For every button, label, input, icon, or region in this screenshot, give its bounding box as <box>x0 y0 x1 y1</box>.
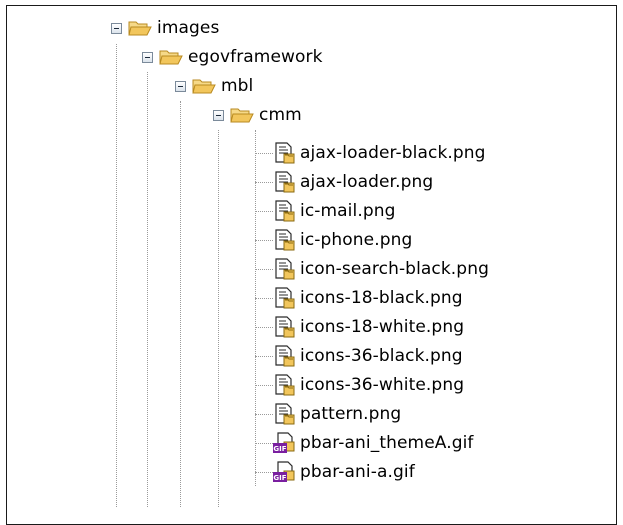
tree-guide-line <box>255 472 273 473</box>
tree-guide-line <box>255 414 273 415</box>
tree-node-label: pbar-ani_themeA.gif <box>300 433 474 453</box>
tree-node-file[interactable]: icon-search-black.png <box>273 255 489 283</box>
png-file-icon <box>275 403 295 425</box>
tree-node-file[interactable]: ajax-loader-black.png <box>273 139 486 167</box>
png-file-icon <box>275 316 295 338</box>
file-tree[interactable]: images egovframework mbl cmm ajax-loader… <box>0 0 623 507</box>
gif-file-icon: GIF <box>273 461 295 482</box>
tree-node-label: icon-search-black.png <box>300 259 489 279</box>
png-file-icon <box>275 287 295 309</box>
tree-node-label: icons-36-white.png <box>300 375 465 395</box>
tree-node-label: cmm <box>259 105 302 125</box>
tree-node-file[interactable]: pattern.png <box>273 400 401 428</box>
tree-node-file[interactable]: icons-36-white.png <box>273 371 464 399</box>
tree-node-images[interactable]: images <box>111 14 219 42</box>
tree-node-label: pbar-ani-a.gif <box>300 462 415 482</box>
tree-node-label: icons-36-black.png <box>300 346 463 366</box>
gif-file-icon: GIF <box>273 432 295 453</box>
tree-guide-line <box>180 101 181 507</box>
tree-guide-line <box>255 269 273 270</box>
collapse-toggle[interactable] <box>213 109 224 121</box>
tree-node-file[interactable]: ic-mail.png <box>273 197 396 225</box>
tree-guide-line <box>255 240 273 241</box>
tree-node-label: ic-phone.png <box>300 230 413 250</box>
tree-node-file[interactable]: icons-18-black.png <box>273 284 463 312</box>
tree-node-label: icons-18-black.png <box>300 288 463 308</box>
tree-guide-line <box>255 443 273 444</box>
tree-guide-line <box>116 44 117 507</box>
tree-guide-line <box>255 385 273 386</box>
tree-guide-line <box>255 182 273 183</box>
tree-node-cmm[interactable]: cmm <box>213 101 302 129</box>
folder-open-icon <box>159 50 183 65</box>
tree-node-egovframework[interactable]: egovframework <box>142 43 323 71</box>
folder-open-icon <box>128 21 152 36</box>
tree-node-label: images <box>157 18 220 38</box>
tree-guide-line <box>255 298 273 299</box>
tree-node-label: ajax-loader-black.png <box>300 143 486 163</box>
png-file-icon <box>275 142 295 164</box>
tree-guide-line <box>147 72 148 507</box>
folder-open-icon <box>192 79 216 94</box>
collapse-toggle[interactable] <box>175 80 186 92</box>
tree-guide-line <box>255 153 273 154</box>
png-file-icon <box>275 374 295 396</box>
png-file-icon <box>275 345 295 367</box>
tree-guide-line <box>218 130 219 507</box>
folder-open-icon <box>230 108 254 123</box>
tree-guide-line <box>255 130 256 486</box>
tree-node-mbl[interactable]: mbl <box>175 72 253 100</box>
tree-node-file[interactable]: ic-phone.png <box>273 226 412 254</box>
png-file-icon <box>275 258 295 280</box>
tree-node-label: ajax-loader.png <box>300 172 434 192</box>
collapse-toggle[interactable] <box>111 22 122 34</box>
collapse-toggle[interactable] <box>142 51 153 63</box>
tree-node-label: ic-mail.png <box>300 201 396 221</box>
png-file-icon <box>275 229 295 251</box>
tree-node-file[interactable]: ajax-loader.png <box>273 168 433 196</box>
tree-guide-line <box>255 356 273 357</box>
png-file-icon <box>275 171 295 193</box>
gif-badge: GIF <box>273 445 286 453</box>
tree-node-file[interactable]: GIF pbar-ani_themeA.gif <box>273 429 474 457</box>
png-file-icon <box>275 200 295 222</box>
tree-node-label: pattern.png <box>300 404 402 424</box>
tree-node-file[interactable]: icons-18-white.png <box>273 313 464 341</box>
gif-badge: GIF <box>273 474 286 482</box>
tree-guide-line <box>255 211 273 212</box>
tree-guide-line <box>255 327 273 328</box>
tree-node-file[interactable]: GIF pbar-ani-a.gif <box>273 458 415 486</box>
tree-node-label: egovframework <box>188 47 323 67</box>
tree-node-file[interactable]: icons-36-black.png <box>273 342 463 370</box>
tree-node-label: mbl <box>221 76 254 96</box>
tree-node-label: icons-18-white.png <box>300 317 465 337</box>
